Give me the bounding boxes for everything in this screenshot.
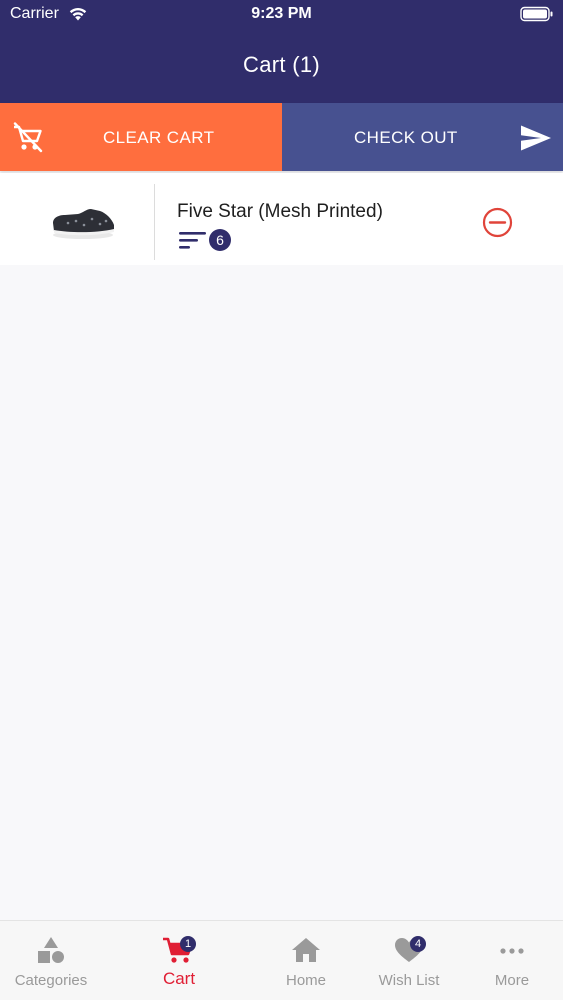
quantity-lines-icon xyxy=(179,232,206,249)
battery-icon xyxy=(520,6,553,22)
clear-cart-label: CLEAR CART xyxy=(103,128,215,147)
clear-cart-icon xyxy=(13,122,43,153)
check-out-label: CHECK OUT xyxy=(354,128,458,147)
page-title: Cart (1) xyxy=(243,52,320,77)
status-bar: Carrier 9:23 PM xyxy=(0,0,563,30)
remove-icon[interactable] xyxy=(482,207,513,238)
tab-wish-list[interactable]: 4 Wish List xyxy=(358,921,460,1000)
quantity-badge: 6 xyxy=(209,229,231,251)
item-divider xyxy=(154,184,155,260)
app-header: Carrier 9:23 PM Cart (1) xyxy=(0,0,563,103)
bottom-tab-bar: Categories 1 Cart Home 4 Wish List More xyxy=(0,920,563,1000)
tab-label-home: Home xyxy=(285,972,326,989)
check-out-button[interactable]: CHECK OUT xyxy=(282,103,563,171)
tab-label-more: More xyxy=(494,972,530,989)
send-icon xyxy=(521,125,551,151)
tab-more[interactable]: More xyxy=(461,921,563,1000)
categories-icon xyxy=(38,937,64,963)
cart-count-badge: 1 xyxy=(180,936,196,952)
tab-label-cart: Cart xyxy=(162,969,196,988)
tab-cart[interactable]: 1 Cart xyxy=(128,921,230,1000)
tab-home[interactable]: Home xyxy=(255,921,357,1000)
wish-list-count-badge: 4 xyxy=(410,936,426,952)
tab-categories[interactable]: Categories xyxy=(0,921,102,1000)
product-name: Five Star (Mesh Printed) xyxy=(177,201,383,222)
status-time: 9:23 PM xyxy=(251,5,312,22)
clear-cart-button[interactable]: CLEAR CART xyxy=(0,103,282,171)
tab-label-wish-list: Wish List xyxy=(378,972,440,989)
shoe-thumbnail xyxy=(53,209,114,239)
home-icon xyxy=(292,938,320,962)
tab-label-categories: Categories xyxy=(14,972,88,989)
cart-action-bar: CLEAR CART CHECK OUT xyxy=(0,103,563,171)
cart-item-row[interactable]: Five Star (Mesh Printed) 6 xyxy=(0,173,563,265)
more-dots-icon xyxy=(500,948,524,954)
